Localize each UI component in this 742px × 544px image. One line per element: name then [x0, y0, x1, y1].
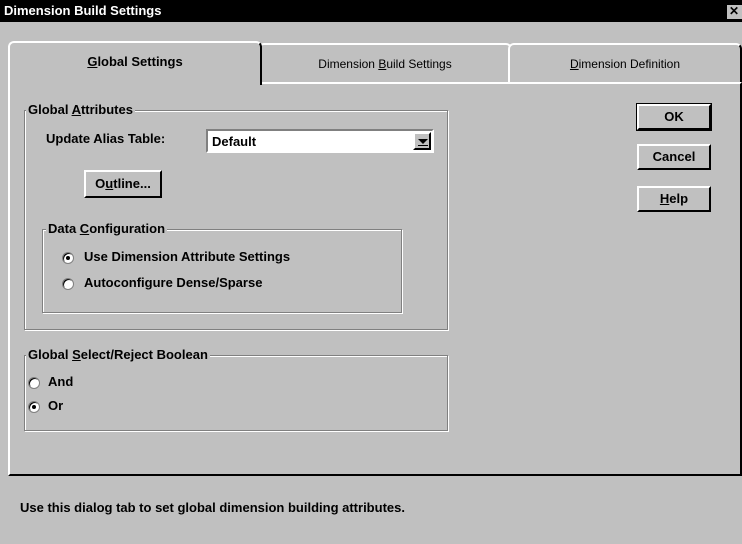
radio-dot: [32, 405, 36, 409]
tab-dimension-build-settings[interactable]: Dimension Build Settings: [258, 43, 512, 83]
boolean-legend: Global Select/Reject Boolean: [26, 347, 210, 362]
data-configuration-legend: Data Configuration: [46, 221, 168, 236]
or-radio[interactable]: [28, 401, 40, 413]
dropdown-underline: [418, 145, 428, 146]
tab-global-settings[interactable]: Global Settings: [8, 41, 262, 85]
alias-table-value: Default: [212, 134, 257, 149]
autoconfigure-radio[interactable]: [62, 278, 74, 290]
tab-label: Dimension Build Settings: [318, 57, 452, 71]
tab-label: Global Settings: [87, 54, 183, 69]
close-icon[interactable]: ✕: [727, 5, 742, 19]
dropdown-button[interactable]: [413, 132, 431, 150]
and-label: And: [48, 374, 74, 389]
use-dimension-attribute-radio[interactable]: [62, 252, 74, 264]
alias-table-label: Update Alias Table:: [46, 131, 166, 146]
outline-button[interactable]: Outline...: [84, 170, 162, 198]
status-text: Use this dialog tab to set global dimens…: [20, 500, 405, 515]
title-bar: Dimension Build Settings ✕: [0, 0, 742, 22]
alias-table-select[interactable]: Default: [206, 129, 434, 153]
help-button-label: Help: [659, 191, 689, 206]
cancel-button[interactable]: Cancel: [637, 144, 711, 170]
outline-button-label: Outline...: [95, 176, 151, 191]
chevron-down-icon: [418, 139, 428, 144]
window-title: Dimension Build Settings: [4, 3, 162, 18]
autoconfigure-label: Autoconfigure Dense/Sparse: [84, 275, 263, 290]
or-label: Or: [48, 398, 64, 413]
boolean-group: [24, 355, 448, 431]
use-dimension-attribute-label: Use Dimension Attribute Settings: [84, 249, 291, 264]
tab-dimension-definition[interactable]: Dimension Definition: [508, 43, 742, 83]
global-attributes-legend: Global Attributes: [26, 102, 135, 117]
data-configuration-group: [42, 229, 402, 313]
ok-button[interactable]: OK: [636, 103, 712, 131]
radio-dot: [66, 256, 70, 260]
tab-label: Dimension Definition: [569, 57, 681, 71]
help-button[interactable]: Help: [637, 186, 711, 212]
and-radio[interactable]: [28, 377, 40, 389]
